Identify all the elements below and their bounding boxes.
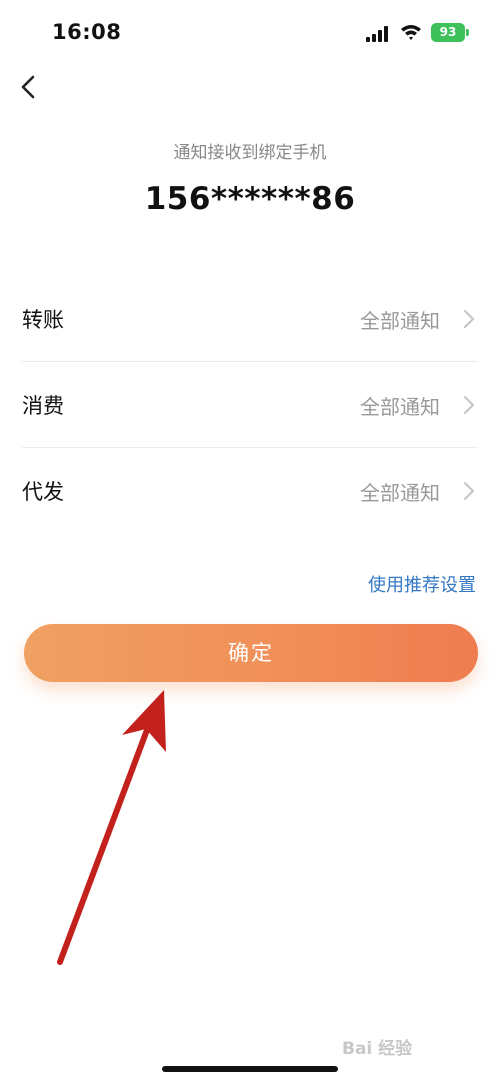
row-transfer[interactable]: 转账 全部通知 — [22, 276, 478, 362]
row-payroll[interactable]: 代发 全部通知 — [22, 448, 478, 534]
row-value: 全部通知 — [360, 395, 440, 419]
cellular-signal-icon — [366, 26, 388, 42]
confirm-button[interactable]: 确定 — [24, 624, 478, 682]
home-indicator — [162, 1066, 338, 1072]
wifi-icon — [401, 25, 421, 40]
chevron-right-icon — [464, 482, 474, 500]
row-label: 转账 — [22, 308, 64, 332]
chevron-right-icon — [464, 396, 474, 414]
row-consumption[interactable]: 消费 全部通知 — [22, 362, 478, 448]
bound-phone-number: 156******86 — [144, 181, 356, 217]
row-value: 全部通知 — [360, 309, 440, 333]
battery-level: 93 — [439, 25, 457, 39]
watermark: Bai 经验 — [342, 1039, 413, 1059]
page-subtitle: 通知接收到绑定手机 — [173, 143, 327, 163]
recommend-settings-link[interactable]: 使用推荐设置 — [368, 571, 476, 597]
row-value: 全部通知 — [360, 481, 440, 505]
status-time: 16:08 — [52, 20, 122, 44]
chevron-left-icon[interactable] — [14, 72, 44, 102]
row-label: 消费 — [22, 394, 64, 418]
battery-charging-icon: 93 — [431, 23, 465, 42]
chevron-right-icon — [464, 310, 474, 328]
status-bar: 16:08 93 — [0, 0, 500, 64]
row-label: 代发 — [22, 480, 64, 504]
battery-tip — [466, 29, 469, 36]
